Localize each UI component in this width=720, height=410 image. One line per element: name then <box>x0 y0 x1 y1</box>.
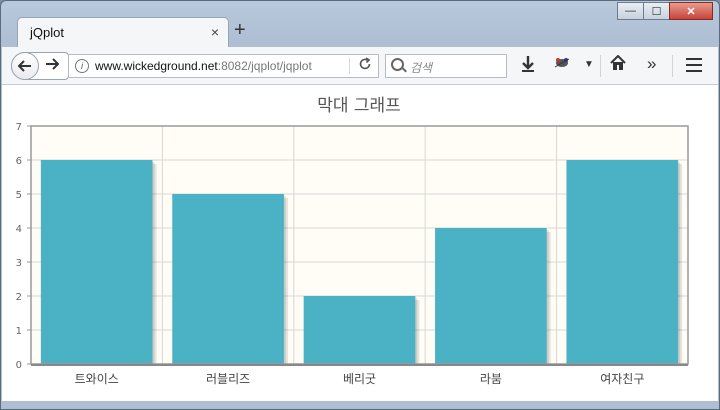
x-tick-label: 트와이스 <box>75 372 119 386</box>
url-host: www.wickedground.net <box>95 59 218 73</box>
navigation-toolbar: i www.wickedground.net:8082/jqplot/jqplo… <box>2 47 718 85</box>
overflow-icon[interactable]: » <box>647 54 656 74</box>
y-tick-label: 1 <box>16 326 22 337</box>
extension-icon[interactable] <box>553 55 571 76</box>
y-tick-label: 5 <box>16 190 22 201</box>
new-tab-button[interactable]: + <box>234 20 246 40</box>
browser-window: — ☐ ✕ jQplot × + i www.wickedground.net:… <box>0 0 720 410</box>
close-window-button[interactable]: ✕ <box>669 2 713 20</box>
forward-icon[interactable] <box>45 57 60 74</box>
back-icon[interactable] <box>11 52 39 80</box>
search-input[interactable]: 검색 <box>385 54 507 78</box>
y-tick-label: 7 <box>16 122 22 133</box>
download-icon[interactable] <box>520 55 536 78</box>
info-icon[interactable]: i <box>75 59 89 73</box>
reload-icon[interactable] <box>358 57 372 74</box>
url-text[interactable]: www.wickedground.net:8082/jqplot/jqplot <box>95 59 312 73</box>
y-tick-label: 0 <box>16 360 22 371</box>
divider <box>672 55 673 77</box>
search-icon <box>391 58 404 71</box>
x-tick-label: 라붐 <box>480 372 502 386</box>
tab-title: jQplot <box>30 25 64 40</box>
divider <box>600 55 601 77</box>
x-tick-label: 러블리즈 <box>206 372 250 386</box>
bar <box>566 160 679 364</box>
x-tick-label: 베리굿 <box>343 372 376 386</box>
y-tick-label: 6 <box>16 156 22 167</box>
x-tick-label: 여자친구 <box>600 372 644 386</box>
bar <box>172 194 284 364</box>
dropdown-icon[interactable]: ▼ <box>584 59 594 70</box>
minimize-button[interactable]: — <box>617 2 644 20</box>
back-forward-group <box>11 52 69 80</box>
window-controls: — ☐ ✕ <box>617 2 713 20</box>
bar <box>40 160 153 364</box>
url-path: :8082/jqplot/jqplot <box>217 59 312 73</box>
bar <box>303 296 416 364</box>
plot-area: 0 1 2 3 4 5 6 7 트와이스 러블리즈 베리굿 라붐 여자친구 <box>16 122 689 386</box>
divider <box>349 58 350 74</box>
url-bar[interactable]: i www.wickedground.net:8082/jqplot/jqplo… <box>68 54 379 78</box>
browser-tab[interactable]: jQplot × <box>17 17 229 47</box>
window-frame-bottom <box>1 401 719 409</box>
menu-icon[interactable] <box>686 58 702 72</box>
close-tab-icon[interactable]: × <box>211 24 219 40</box>
maximize-button[interactable]: ☐ <box>643 2 670 20</box>
y-tick-label: 2 <box>16 292 22 303</box>
search-placeholder: 검색 <box>410 61 433 75</box>
chart-title: 막대 그래프 <box>317 96 401 116</box>
home-icon[interactable] <box>610 54 626 76</box>
bar <box>435 228 547 364</box>
bar-chart: 막대 그래프 0 1 2 3 4 5 6 7 트와이스 러블리즈 베리굿 라붐 여자친구 <box>16 96 689 386</box>
y-tick-label: 4 <box>16 224 22 235</box>
page-content: 막대 그래프 0 1 2 3 4 5 6 7 트와이스 러블리즈 베리굿 라붐 여자친구 <box>2 85 718 401</box>
y-tick-label: 3 <box>16 258 22 269</box>
